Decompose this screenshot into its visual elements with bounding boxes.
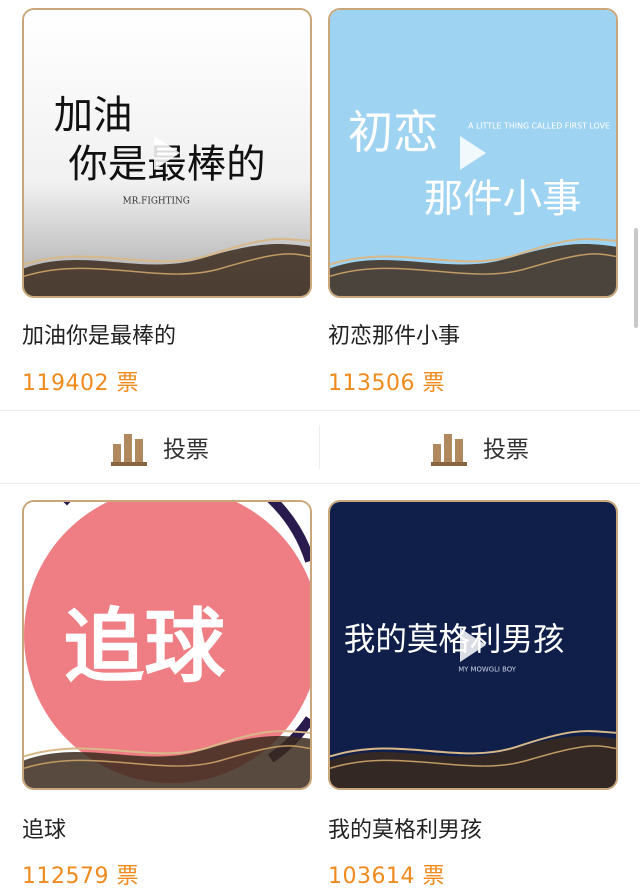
vote-row: 投票 投票 — [0, 410, 640, 484]
show-title: 初恋那件小事 — [328, 324, 461, 349]
poster-text: 那件小事 — [424, 176, 582, 222]
poster-text: 我的莫格利男孩 — [344, 622, 565, 658]
poster-text: 初恋 — [348, 106, 439, 159]
vote-button-label: 投票 — [483, 437, 529, 463]
vote-count: 103614 票 — [328, 864, 445, 889]
scrollbar[interactable] — [634, 228, 638, 328]
poster-text: 加油 — [54, 92, 133, 138]
poster-subtext: A LITTLE THING CALLED FIRST LOVE — [468, 121, 610, 130]
show-poster-2[interactable]: 初恋 那件小事 A LITTLE THING CALLED FIRST LOVE — [328, 8, 618, 298]
poster-art: 追球 — [24, 502, 310, 788]
play-icon[interactable] — [154, 136, 180, 170]
poster-subtext: MY MOWGLI BOY — [458, 666, 517, 674]
show-title: 我的莫格利男孩 — [328, 818, 483, 843]
vote-button-label: 投票 — [163, 437, 209, 463]
vote-count: 113506 票 — [328, 371, 445, 396]
play-icon[interactable] — [460, 136, 486, 170]
vote-button[interactable]: 投票 — [320, 411, 640, 483]
show-poster-4[interactable]: 我的莫格利男孩 MY MOWGLI BOY — [328, 500, 618, 790]
show-poster-3[interactable]: 追球 — [22, 500, 312, 790]
vote-count: 119402 票 — [22, 371, 139, 396]
play-icon[interactable] — [460, 628, 486, 662]
vote-button[interactable]: 投票 — [0, 411, 320, 483]
bar-chart-icon — [431, 434, 467, 466]
show-title: 加油你是最棒的 — [22, 324, 177, 349]
bar-chart-icon — [111, 434, 147, 466]
show-title: 追球 — [22, 818, 67, 843]
show-poster-1[interactable]: 加油 你是最棒的 MR.FIGHTING — [22, 8, 312, 298]
poster-text: 追球 — [63, 600, 225, 695]
poster-subtext: MR.FIGHTING — [123, 196, 190, 206]
vote-count: 112579 票 — [22, 864, 139, 889]
